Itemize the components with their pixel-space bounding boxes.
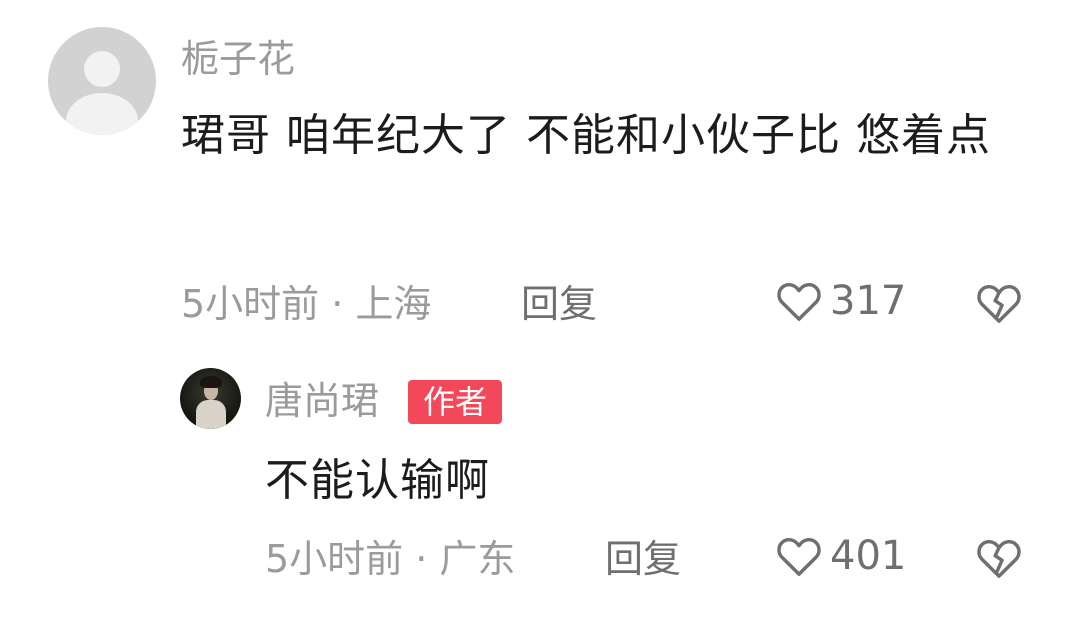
avatar-shoulders-shape	[66, 93, 138, 135]
reply-button[interactable]: 回复	[521, 285, 597, 323]
avatar-photo-body	[196, 400, 226, 429]
broken-heart-icon	[977, 285, 1021, 323]
like-count: 317	[830, 278, 907, 324]
reply-button[interactable]: 回复	[605, 540, 681, 578]
avatar-head-shape	[84, 51, 120, 87]
user-avatar[interactable]	[48, 27, 156, 135]
like-count: 401	[830, 533, 907, 579]
author-avatar[interactable]	[180, 368, 241, 429]
comment-text: 不能认输啊	[265, 455, 490, 506]
dislike-button[interactable]	[976, 537, 1022, 583]
comment-username[interactable]: 栀子花	[181, 40, 295, 78]
author-badge: 作者	[408, 380, 502, 424]
comment-username[interactable]: 唐尚珺	[265, 382, 379, 420]
comment-meta: 5小时前 · 广东	[265, 537, 516, 581]
comment-meta: 5小时前 · 上海	[181, 282, 432, 326]
heart-outline-icon	[777, 538, 821, 576]
dislike-button[interactable]	[976, 282, 1022, 328]
heart-outline-icon	[777, 283, 821, 321]
like-button[interactable]: 401	[776, 535, 906, 577]
comment-text: 珺哥 咱年纪大了 不能和小伙子比 悠着点	[181, 110, 991, 161]
broken-heart-icon	[977, 540, 1021, 578]
avatar-photo-hair	[200, 376, 222, 388]
like-button[interactable]: 317	[776, 280, 906, 322]
